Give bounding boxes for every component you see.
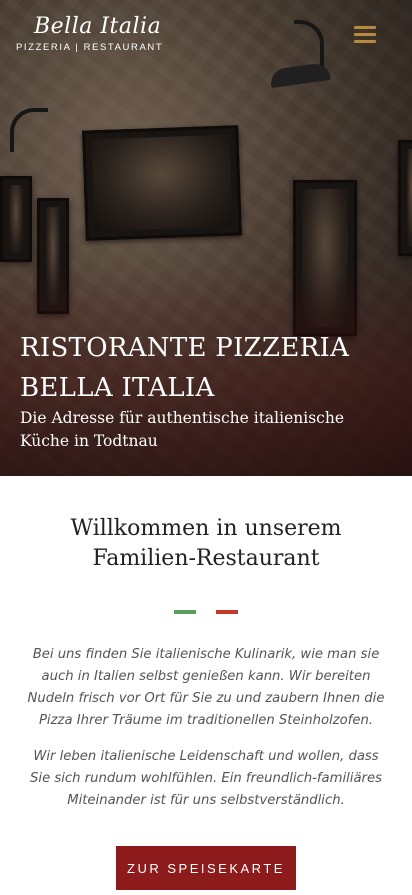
hamburger-menu-icon[interactable] — [354, 26, 376, 44]
hero-section: Bella Italia PIZZERIA | RESTAURANT RISTO… — [0, 0, 412, 476]
hero-title-line-2: BELLA ITALIA — [20, 373, 215, 403]
hero-subtitle: Die Adresse für authentische italienisch… — [20, 409, 344, 450]
welcome-title: Willkommen in unserem Familien-Restauran… — [70, 516, 342, 571]
site-logo[interactable]: Bella Italia PIZZERIA | RESTAURANT — [16, 14, 162, 54]
menu-card-button[interactable]: ZUR SPEISEKARTE — [116, 846, 296, 890]
logo-tagline: PIZZERIA | RESTAURANT — [16, 42, 164, 53]
welcome-paragraph-2: Wir leben italienische Leidenschaft und … — [30, 749, 382, 808]
hero-title: RISTORANTE PIZZERIA BELLA ITALIA — [20, 328, 400, 408]
welcome-paragraph-1: Bei uns finden Sie italienische Kulinari… — [27, 647, 385, 728]
divider-green-bar — [174, 610, 196, 614]
divider-red-bar — [216, 610, 238, 614]
italian-flag-divider — [174, 610, 238, 614]
hero-title-line-1: RISTORANTE PIZZERIA — [20, 333, 350, 363]
logo-script-text: Bella Italia — [34, 14, 162, 39]
welcome-section: Willkommen in unserem Familien-Restauran… — [0, 476, 412, 890]
